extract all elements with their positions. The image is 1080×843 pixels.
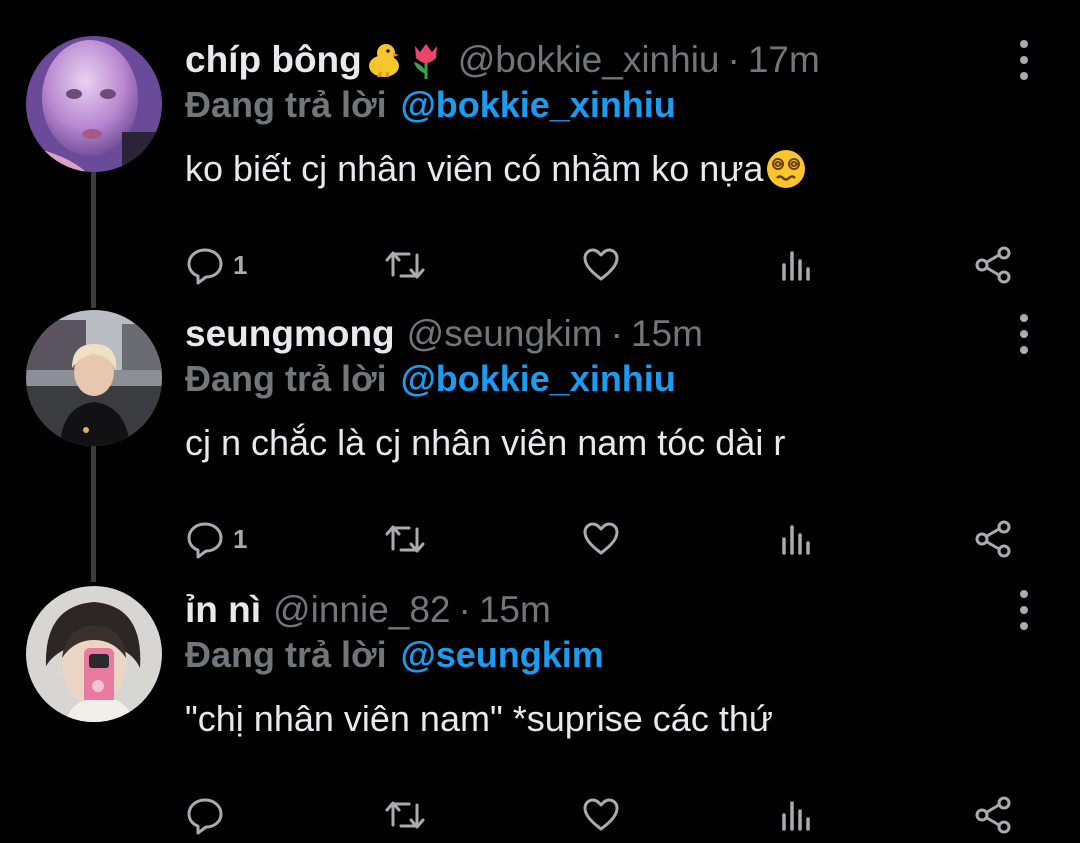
avatar-face-mask-image — [26, 36, 162, 172]
tweet-actions — [185, 792, 1045, 838]
reply-count: 1 — [233, 249, 248, 280]
retweet-icon — [385, 525, 425, 553]
tweet-actions: 1 — [185, 516, 1045, 562]
share-button[interactable] — [973, 792, 1015, 838]
like-icon — [583, 798, 619, 831]
avatar-mirror-selfie-image — [26, 586, 162, 722]
analytics-icon — [782, 251, 810, 281]
reply-button[interactable]: 1 — [185, 242, 247, 288]
user-handle[interactable]: @innie_82 — [273, 589, 450, 631]
replying-to: Đang trả lời @bokkie_xinhiu — [185, 82, 676, 128]
timestamp[interactable]: 17m — [748, 39, 820, 81]
share-icon — [975, 520, 1011, 558]
share-icon — [975, 796, 1011, 834]
retweet-icon — [385, 801, 425, 829]
like-button[interactable] — [581, 516, 621, 562]
user-handle[interactable]: @bokkie_xinhiu — [458, 39, 720, 81]
reply-button[interactable]: 1 — [185, 516, 247, 562]
tweet-header: chíp bông @bokkie_xinhiu · 17m — [185, 36, 820, 84]
tweet-actions: 1 — [185, 242, 1045, 288]
timestamp[interactable]: 15m — [479, 589, 551, 631]
separator-dot: · — [727, 39, 740, 80]
tweet-text-container: ko biết cj nhân viên có nhầm ko nựa — [185, 146, 807, 192]
tweet[interactable]: ỉn nì @innie_82 · 15m Đang trả lời @seun… — [0, 586, 1080, 835]
separator-dot: · — [458, 589, 471, 630]
share-button[interactable] — [973, 242, 1015, 288]
replying-to: Đang trả lời @seungkim — [185, 632, 604, 678]
tweet-text: ko biết cj nhân viên có nhầm ko nựa — [185, 148, 764, 189]
chick-emoji — [364, 40, 404, 80]
like-icon — [583, 248, 619, 281]
replying-label: Đang trả lời — [185, 358, 387, 399]
reply-icon — [187, 522, 223, 559]
replying-to-handle[interactable]: @seungkim — [401, 634, 604, 676]
like-button[interactable] — [581, 792, 621, 838]
tweet[interactable]: seungmong @seungkim · 15m Đang trả lời @… — [0, 310, 1080, 559]
analytics-button[interactable] — [779, 516, 815, 562]
reply-thread: chíp bông @bokkie_xinhiu · 17m Đang trả … — [0, 0, 1080, 843]
user-avatar[interactable] — [26, 586, 162, 722]
display-name[interactable]: ỉn nì — [185, 589, 261, 631]
tweet-text-container: cj n chắc là cj nhân viên nam tóc dài r — [185, 420, 785, 466]
analytics-icon — [782, 525, 810, 555]
avatar-street-photo-image — [26, 310, 162, 446]
tulip-emoji — [406, 40, 446, 80]
like-button[interactable] — [581, 242, 621, 288]
separator-dot: · — [610, 313, 623, 354]
user-avatar[interactable] — [26, 36, 162, 172]
share-icon — [975, 246, 1011, 284]
replying-label: Đang trả lời — [185, 634, 387, 675]
reply-icon — [187, 248, 223, 285]
retweet-button[interactable] — [383, 242, 427, 288]
reply-icon — [187, 798, 223, 835]
replying-to: Đang trả lời @bokkie_xinhiu — [185, 356, 676, 402]
like-icon — [583, 522, 619, 555]
tweet-text-container: "chị nhân viên nam" *suprise các thứ — [185, 696, 773, 742]
retweet-button[interactable] — [383, 516, 427, 562]
replying-to-handle[interactable]: @bokkie_xinhiu — [401, 84, 676, 126]
display-name[interactable]: seungmong — [185, 313, 395, 355]
timestamp[interactable]: 15m — [631, 313, 703, 355]
reply-button[interactable] — [185, 792, 225, 838]
tweet-header: ỉn nì @innie_82 · 15m — [185, 586, 551, 634]
dizzy-face-emoji — [765, 148, 807, 190]
user-handle[interactable]: @seungkim — [407, 313, 603, 355]
tweet-text: "chị nhân viên nam" *suprise các thứ — [185, 698, 773, 739]
more-options-icon[interactable] — [1012, 40, 1036, 80]
analytics-button[interactable] — [779, 242, 815, 288]
user-avatar[interactable] — [26, 310, 162, 446]
analytics-icon — [782, 801, 810, 831]
analytics-button[interactable] — [779, 792, 815, 838]
more-options-icon[interactable] — [1012, 590, 1036, 630]
replying-label: Đang trả lời — [185, 84, 387, 125]
share-button[interactable] — [973, 516, 1015, 562]
replying-to-handle[interactable]: @bokkie_xinhiu — [401, 358, 676, 400]
display-name[interactable]: chíp bông — [185, 39, 362, 81]
more-options-icon[interactable] — [1012, 314, 1036, 354]
retweet-icon — [385, 251, 425, 279]
tweet-header: seungmong @seungkim · 15m — [185, 310, 703, 358]
tweet[interactable]: chíp bông @bokkie_xinhiu · 17m Đang trả … — [0, 36, 1080, 285]
tweet-text: cj n chắc là cj nhân viên nam tóc dài r — [185, 422, 786, 463]
retweet-button[interactable] — [383, 792, 427, 838]
reply-count: 1 — [233, 523, 248, 554]
